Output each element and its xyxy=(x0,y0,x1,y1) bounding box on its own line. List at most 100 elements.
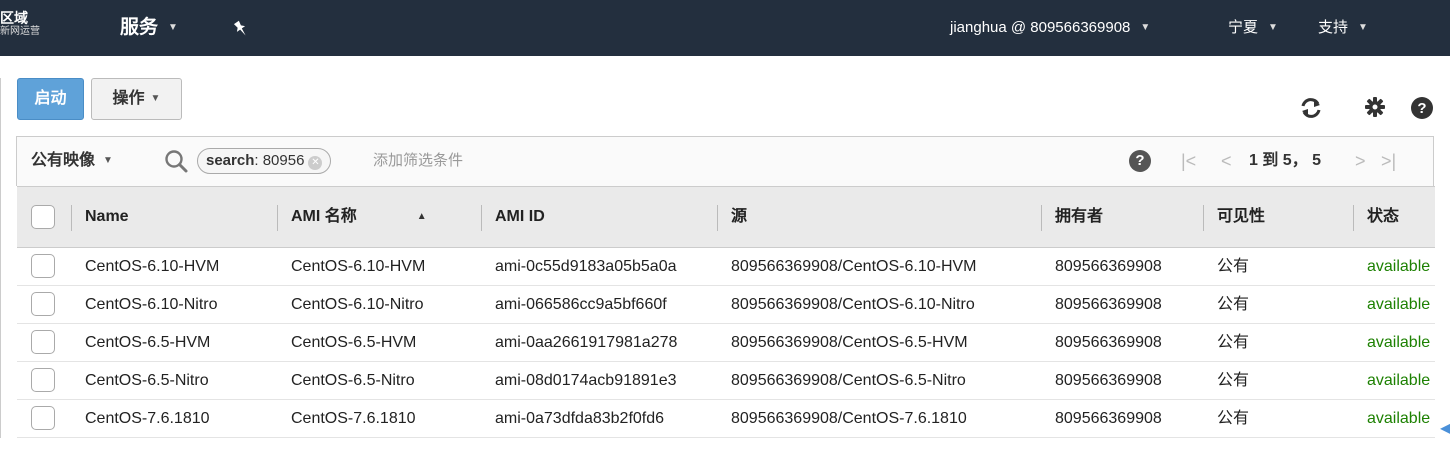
scroll-handle-icon[interactable]: ◀ xyxy=(1440,418,1450,438)
row-checkbox[interactable] xyxy=(31,254,55,278)
cell-status: available xyxy=(1367,410,1431,427)
close-icon[interactable]: ✕ xyxy=(308,156,323,170)
svg-text:?: ? xyxy=(1417,100,1426,117)
cell-visibility: 公有 xyxy=(1217,334,1250,351)
column-divider xyxy=(1203,205,1204,231)
actions-label: 操作 xyxy=(112,90,145,108)
column-header-status[interactable]: 状态 xyxy=(1367,187,1399,247)
last-page-icon[interactable]: >| xyxy=(1381,137,1396,185)
row-checkbox[interactable] xyxy=(31,406,55,430)
table-row[interactable]: CentOS-7.6.1810 CentOS-7.6.1810 ami-0a73… xyxy=(17,400,1435,438)
row-checkbox[interactable] xyxy=(31,292,55,316)
gear-icon[interactable] xyxy=(1364,96,1386,124)
pagination-text: 1 到 5， 5 xyxy=(1249,152,1322,169)
refresh-icon[interactable] xyxy=(1299,96,1323,126)
filter-token-value: : 80956 xyxy=(254,152,305,169)
column-header-ami-name[interactable]: AMI 名称 ▲ xyxy=(291,187,427,247)
column-divider xyxy=(1353,205,1354,231)
image-type-select[interactable]: 公有映像 ▼ xyxy=(31,137,113,185)
column-divider xyxy=(1041,205,1042,231)
cell-owner: 809566369908 xyxy=(1055,258,1162,275)
table-row[interactable]: CentOS-6.5-Nitro CentOS-6.5-Nitro ami-08… xyxy=(17,362,1435,400)
table-row[interactable]: CentOS-6.10-HVM CentOS-6.10-HVM ami-0c55… xyxy=(17,248,1435,286)
next-page-icon[interactable]: > xyxy=(1355,137,1366,185)
filter-input[interactable]: 添加筛选条件 xyxy=(373,137,463,185)
cell-status: available xyxy=(1367,296,1431,313)
account-label: jianghua @ 809566369908 xyxy=(950,19,1131,36)
column-divider xyxy=(277,205,278,231)
cell-ami-name: CentOS-6.10-Nitro xyxy=(291,296,424,313)
chevron-down-icon: ▼ xyxy=(150,93,161,104)
cell-visibility: 公有 xyxy=(1217,296,1250,313)
column-header-ami-id[interactable]: AMI ID xyxy=(495,187,545,247)
row-checkbox[interactable] xyxy=(31,330,55,354)
column-divider xyxy=(71,205,72,231)
cell-ami-id: ami-066586cc9a5bf660f xyxy=(495,296,667,313)
chevron-down-icon: ▼ xyxy=(1268,22,1278,34)
column-header-ami-name-label: AMI 名称 xyxy=(291,208,357,225)
cell-owner: 809566369908 xyxy=(1055,410,1162,427)
cell-source: 809566369908/CentOS-6.5-Nitro xyxy=(731,372,966,389)
services-menu[interactable]: 服务 ▼ xyxy=(120,0,178,56)
pin-icon[interactable] xyxy=(232,0,250,56)
help-icon[interactable]: ? xyxy=(1410,96,1434,126)
table-row[interactable]: CentOS-6.5-HVM CentOS-6.5-HVM ami-0aa266… xyxy=(17,324,1435,362)
region-switcher[interactable]: 区域 新网运营 xyxy=(0,10,40,38)
region-title: 区域 xyxy=(0,10,28,26)
launch-button[interactable]: 启动 xyxy=(17,78,84,120)
cell-source: 809566369908/CentOS-6.10-Nitro xyxy=(731,296,975,313)
column-header-owner[interactable]: 拥有者 xyxy=(1055,187,1103,247)
column-header-name[interactable]: Name xyxy=(85,187,129,247)
support-menu[interactable]: 支持 ▼ xyxy=(1318,0,1368,56)
column-divider xyxy=(481,205,482,231)
image-type-value: 公有映像 xyxy=(31,152,96,170)
help-icon[interactable]: ? xyxy=(1129,150,1151,172)
cell-source: 809566369908/CentOS-7.6.1810 xyxy=(731,410,967,427)
cell-ami-id: ami-08d0174acb91891e3 xyxy=(495,372,677,389)
search-icon xyxy=(163,148,189,174)
region-subtitle: 新网运营 xyxy=(0,26,40,37)
cell-name: CentOS-6.10-HVM xyxy=(85,258,220,275)
cell-source: 809566369908/CentOS-6.5-HVM xyxy=(731,334,968,351)
cell-ami-name: CentOS-6.5-Nitro xyxy=(291,372,415,389)
cell-source: 809566369908/CentOS-6.10-HVM xyxy=(731,258,977,275)
cell-ami-name: CentOS-6.5-HVM xyxy=(291,334,417,351)
services-label: 服务 xyxy=(120,17,159,39)
account-menu[interactable]: jianghua @ 809566369908 ▼ xyxy=(950,0,1150,56)
row-checkbox[interactable] xyxy=(31,368,55,392)
cell-name: CentOS-7.6.1810 xyxy=(85,410,210,427)
table-row[interactable]: CentOS-6.10-Nitro CentOS-6.10-Nitro ami-… xyxy=(17,286,1435,324)
table-header: Name AMI 名称 ▲ AMI ID 源 拥有者 可见性 状态 xyxy=(17,186,1435,248)
top-navbar: 区域 新网运营 服务 ▼ jianghua @ 809566369908 ▼ 宁夏 ▼… xyxy=(0,0,1450,56)
cell-owner: 809566369908 xyxy=(1055,372,1162,389)
chevron-down-icon: ▼ xyxy=(1140,22,1151,34)
filter-token-key: search xyxy=(206,152,255,169)
support-label: 支持 xyxy=(1318,19,1349,36)
cell-ami-id: ami-0a73dfda83b2f0fd6 xyxy=(495,410,665,427)
cell-visibility: 公有 xyxy=(1217,258,1250,275)
cell-name: CentOS-6.5-Nitro xyxy=(85,372,209,389)
cell-visibility: 公有 xyxy=(1217,372,1250,389)
select-all-checkbox[interactable] xyxy=(31,205,55,229)
chevron-down-icon: ▼ xyxy=(168,22,178,33)
prev-page-icon[interactable]: < xyxy=(1221,137,1232,185)
column-header-source[interactable]: 源 xyxy=(731,187,747,247)
cell-visibility: 公有 xyxy=(1217,410,1250,427)
first-page-icon[interactable]: |< xyxy=(1181,137,1196,185)
left-panel-edge xyxy=(0,78,8,438)
cell-ami-id: ami-0aa2661917981a278 xyxy=(495,334,678,351)
cell-owner: 809566369908 xyxy=(1055,334,1162,351)
column-header-visibility[interactable]: 可见性 xyxy=(1217,187,1265,247)
cell-status: available xyxy=(1367,372,1431,389)
sort-ascending-icon: ▲ xyxy=(416,211,427,222)
chevron-down-icon: ▼ xyxy=(103,155,113,166)
cell-name: CentOS-6.10-Nitro xyxy=(85,296,218,313)
filter-token[interactable]: search: 80956 ✕ xyxy=(197,148,332,174)
column-divider xyxy=(717,205,718,231)
cell-status: available xyxy=(1367,334,1431,351)
region-menu[interactable]: 宁夏 ▼ xyxy=(1228,0,1278,56)
cell-owner: 809566369908 xyxy=(1055,296,1162,313)
cell-ami-name: CentOS-7.6.1810 xyxy=(291,410,416,427)
cell-ami-name: CentOS-6.10-HVM xyxy=(291,258,426,275)
actions-button[interactable]: 操作 ▼ xyxy=(91,78,182,120)
